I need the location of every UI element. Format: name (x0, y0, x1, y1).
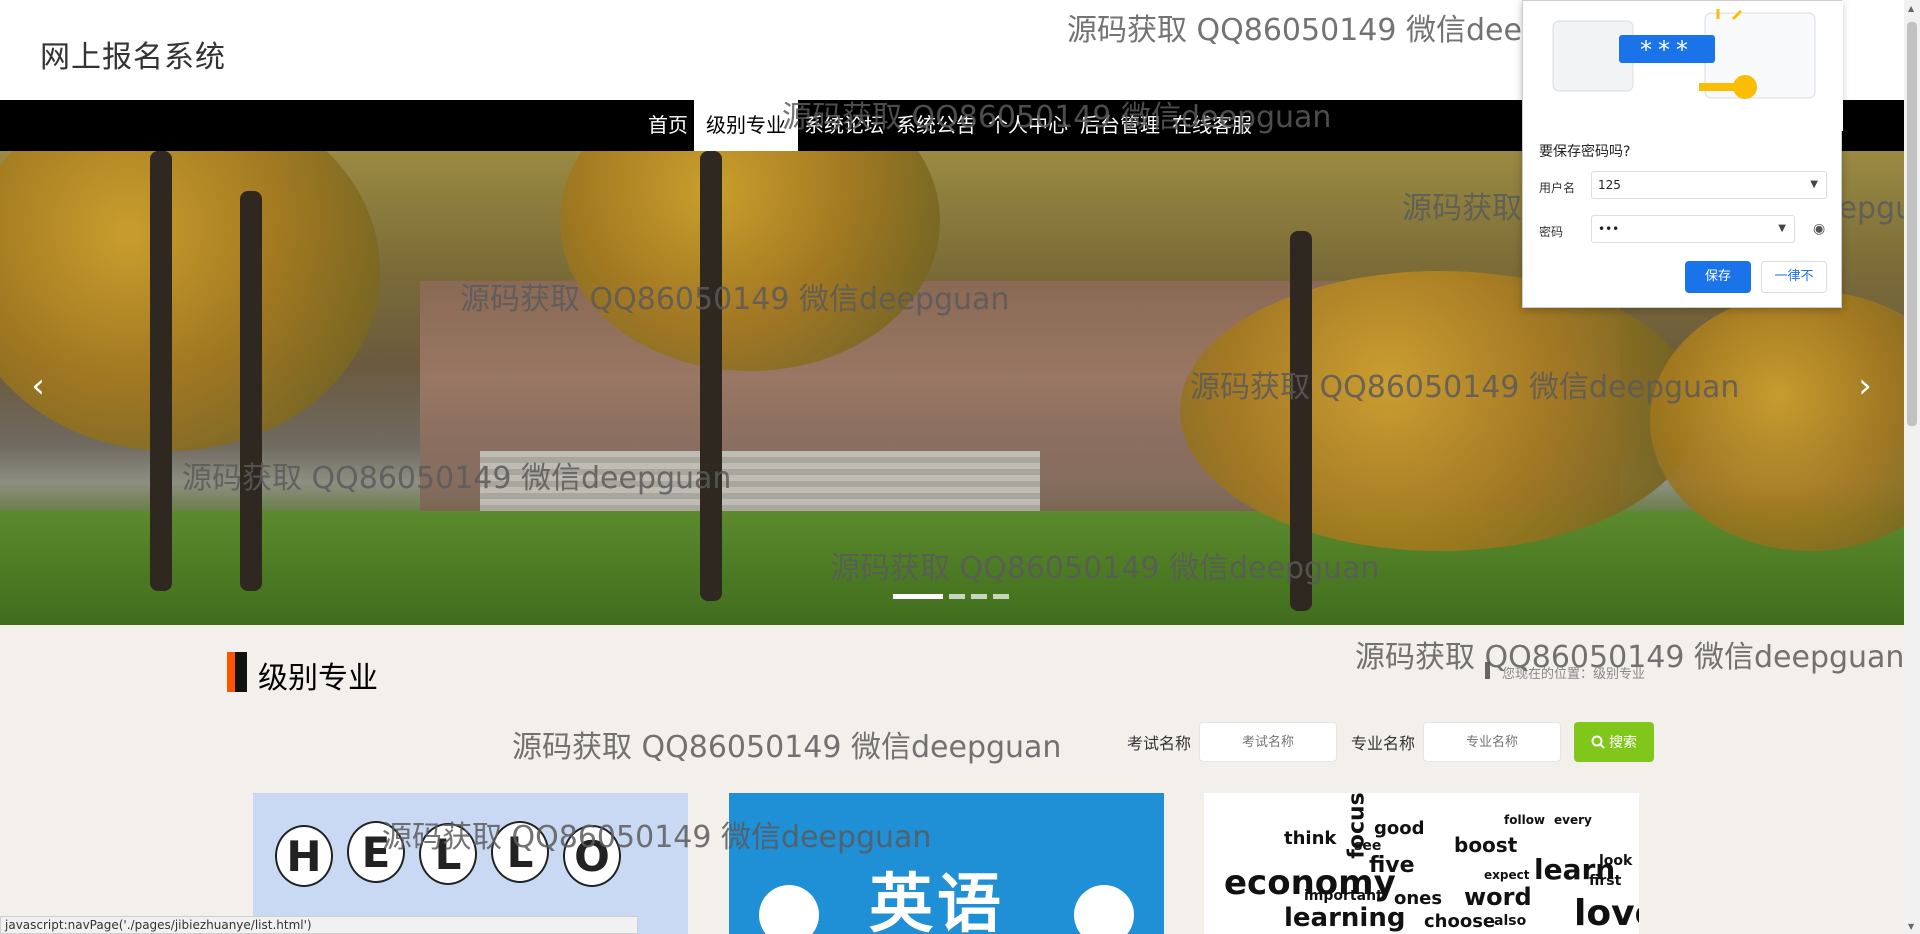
carousel-dot[interactable] (893, 594, 943, 599)
word-cloud: economy focus word learning love five ch… (1204, 793, 1639, 934)
person-figure (759, 885, 819, 934)
section-title: 级别专业 (258, 661, 378, 696)
cloud-word: word (1464, 883, 1532, 911)
site-title: 网上报名系统 (40, 40, 226, 75)
key-illustration-icon (1552, 9, 1816, 99)
carousel-dot[interactable] (993, 594, 1009, 599)
balloon-letter: O (563, 825, 621, 887)
never-save-button[interactable]: 一律不 (1761, 261, 1827, 293)
carousel-dot[interactable] (949, 594, 965, 599)
nav-item-admin[interactable]: 后台管理 (1074, 100, 1166, 151)
nav-item-personal-center[interactable]: 个人中心 (982, 100, 1074, 151)
cloud-word: every (1554, 813, 1592, 827)
carousel-indicators (893, 594, 1009, 599)
breadcrumb-marker (1485, 662, 1490, 679)
dropdown-caret-icon[interactable]: ▼ (1810, 172, 1818, 198)
nav-item-support[interactable]: 在线客服 (1166, 100, 1258, 151)
username-label: 用户名 (1539, 181, 1576, 195)
username-field[interactable]: 125 ▼ (1591, 171, 1827, 199)
banner-trunk (1290, 231, 1312, 611)
save-password-button[interactable]: 保存 (1685, 261, 1751, 293)
banner-trunk (700, 151, 722, 601)
cloud-word: look (1599, 853, 1633, 869)
major-search-group: 专业名称 (1351, 722, 1562, 762)
exam-search-group: 考试名称 (1127, 722, 1338, 762)
scroll-down-icon[interactable]: ▼ (1908, 922, 1914, 931)
cloud-word: learning (1284, 903, 1406, 933)
cloud-word: also (1494, 913, 1527, 929)
major-card[interactable]: H E L L O (253, 793, 688, 934)
person-figure (1074, 885, 1134, 934)
search-button-label: 搜索 (1609, 735, 1637, 751)
password-label: 密码 (1539, 225, 1564, 239)
balloon-letter: L (491, 821, 549, 883)
cloud-word: think (1284, 828, 1337, 849)
balloon-letter: H (275, 825, 333, 887)
carousel-dot[interactable] (971, 594, 987, 599)
chevron-left-icon: ‹ (31, 366, 45, 406)
popup-title: 要保存密码吗? (1539, 144, 1631, 160)
scrollbar-thumb[interactable] (1907, 22, 1917, 426)
dropdown-caret-icon[interactable]: ▼ (1778, 216, 1786, 242)
banner-lawn (0, 511, 1904, 625)
major-name-input[interactable] (1423, 722, 1562, 762)
nav-items: 首页 级别专业 系统论坛 系统公告 个人中心 后台管理 在线客服 (642, 100, 1258, 151)
major-card[interactable]: 英语 (729, 793, 1164, 934)
nav-item-levels-majors[interactable]: 级别专业 (694, 100, 798, 151)
cloud-word: important (1304, 888, 1383, 904)
cloud-word: follow (1504, 813, 1546, 827)
banner-trunk (150, 151, 172, 591)
balloon-letter: E (347, 821, 405, 883)
carousel-next-button[interactable]: › (1845, 361, 1885, 411)
browser-status-bar: javascript:navPage('./pages/jibiezhuanye… (0, 916, 638, 934)
chevron-right-icon: › (1858, 366, 1872, 406)
cloud-word: first (1589, 873, 1622, 889)
cloud-word: expect (1484, 868, 1530, 882)
cloud-word: love (1574, 893, 1639, 934)
scroll-up-icon[interactable]: ▲ (1908, 4, 1914, 13)
card-title: 英语 (869, 868, 1005, 934)
password-value: ••• (1598, 222, 1620, 236)
cloud-word: ones (1394, 888, 1443, 909)
save-password-popup: *** 要保存密码吗? 用户名 125 ▼ 密码 ••• ▼ ◉ 保存 一律不 (1522, 0, 1843, 308)
cloud-word: five (1369, 853, 1415, 878)
watermark: 源码获取 QQ86050149 微信deepguan (512, 730, 1062, 765)
balloon-letter: L (419, 823, 477, 885)
search-icon (1591, 735, 1605, 749)
exam-name-input[interactable] (1199, 722, 1338, 762)
exam-name-label: 考试名称 (1127, 734, 1192, 753)
section-accent-bar (235, 652, 247, 692)
eye-icon[interactable]: ◉ (1813, 221, 1825, 237)
cloud-word: see (1354, 838, 1382, 854)
nav-item-forum[interactable]: 系统论坛 (798, 100, 890, 151)
password-illustration: *** (1523, 1, 1843, 131)
nav-item-home[interactable]: 首页 (642, 100, 694, 151)
cloud-word: good (1374, 818, 1425, 839)
banner-trunk (240, 191, 262, 591)
nav-item-announcements[interactable]: 系统公告 (890, 100, 982, 151)
password-mask: *** (1619, 35, 1715, 64)
carousel-prev-button[interactable]: ‹ (18, 361, 58, 411)
section-accent-bar (227, 652, 235, 692)
banner-tree (1180, 271, 1700, 551)
major-card[interactable]: economy focus word learning love five ch… (1204, 793, 1639, 934)
search-button[interactable]: 搜索 (1574, 722, 1654, 762)
cloud-word: choose (1424, 911, 1496, 932)
password-field[interactable]: ••• ▼ (1591, 215, 1795, 243)
major-name-label: 专业名称 (1351, 734, 1416, 753)
breadcrumb: 您现在的位置：级别专业 (1502, 667, 1646, 682)
cloud-word: boost (1454, 833, 1518, 857)
username-value: 125 (1598, 178, 1621, 192)
